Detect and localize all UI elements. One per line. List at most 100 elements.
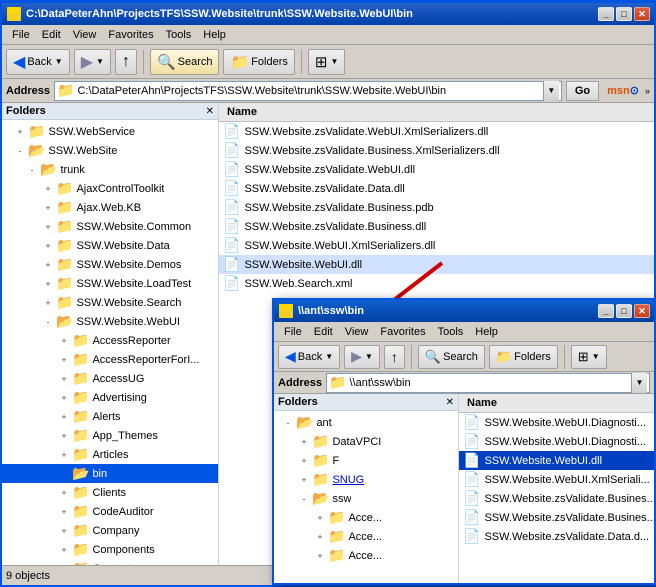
second-address-dropdown[interactable]: ▼: [631, 373, 647, 393]
back-button[interactable]: ◀ Back ▼: [6, 49, 70, 75]
second-back-button[interactable]: ◀ Back ▼: [278, 345, 340, 369]
second-forward-button[interactable]: ▶ ▼: [344, 345, 380, 369]
expand-icon[interactable]: -: [40, 314, 56, 330]
tree-item-clients[interactable]: + 📁 Clients: [2, 483, 218, 502]
expand-icon[interactable]: +: [56, 390, 72, 406]
menu-tools[interactable]: Tools: [160, 27, 198, 43]
second-tree-item-acce2[interactable]: + 📁 Acce...: [274, 527, 458, 546]
second-address-input[interactable]: [349, 377, 631, 389]
expand-icon[interactable]: +: [56, 333, 72, 349]
expand-icon[interactable]: -: [12, 143, 28, 159]
second-tree-item-f[interactable]: + 📁 F: [274, 451, 458, 470]
second-menu-favorites[interactable]: Favorites: [374, 324, 431, 340]
second-views-button[interactable]: ⊞ ▼: [571, 345, 607, 369]
file-item-9[interactable]: 📄 SSW.Web.Search.xml: [219, 274, 654, 293]
expand-icon[interactable]: +: [56, 409, 72, 425]
expand-icon[interactable]: +: [40, 295, 56, 311]
menu-edit[interactable]: Edit: [36, 27, 67, 43]
close-button[interactable]: ✕: [634, 7, 650, 21]
file-item-6[interactable]: 📄 SSW.Website.zsValidate.Business.dll: [219, 217, 654, 236]
tree-item-ajaxcontroltoolkit[interactable]: + 📁 AjaxControlToolkit: [2, 179, 218, 198]
tree-item-advertising[interactable]: + 📁 Advertising: [2, 388, 218, 407]
expand-icon[interactable]: +: [40, 181, 56, 197]
second-tree-item-datavpci[interactable]: + 📁 DataVPCI: [274, 432, 458, 451]
minimize-button[interactable]: _: [598, 7, 614, 21]
expand-icon[interactable]: +: [56, 523, 72, 539]
second-tree-item-snug[interactable]: + 📁 SNUG: [274, 470, 458, 489]
tree-item-components[interactable]: + 📁 Components: [2, 540, 218, 559]
maximize-button[interactable]: □: [616, 7, 632, 21]
second-file-item-6[interactable]: 📄 SSW.Website.zsValidate.Busines...: [459, 508, 654, 527]
tree-item-website-loadtest[interactable]: + 📁 SSW.Website.LoadTest: [2, 274, 218, 293]
tree-item-website-webui[interactable]: - 📂 SSW.Website.WebUI: [2, 312, 218, 331]
expand-icon[interactable]: -: [296, 491, 312, 507]
name-column-header[interactable]: Name: [223, 105, 261, 119]
up-button[interactable]: ↑: [115, 49, 137, 75]
expand-icon[interactable]: +: [296, 453, 312, 469]
tree-item-ssw-website[interactable]: - 📂 SSW.WebSite: [2, 141, 218, 160]
second-file-item-7[interactable]: 📄 SSW.Website.zsValidate.Data.d...: [459, 527, 654, 546]
file-item-3[interactable]: 📄 SSW.Website.zsValidate.WebUI.dll: [219, 160, 654, 179]
second-folder-tree[interactable]: - 📂 ant + 📁 DataVPCI + 📁 F: [274, 411, 458, 583]
expand-icon[interactable]: -: [280, 415, 296, 431]
expand-icon[interactable]: +: [56, 447, 72, 463]
file-item-5[interactable]: 📄 SSW.Website.zsValidate.Business.pdb: [219, 198, 654, 217]
second-search-button[interactable]: 🔍 Search: [418, 345, 485, 369]
second-menu-tools[interactable]: Tools: [432, 324, 470, 340]
expand-icon[interactable]: +: [56, 485, 72, 501]
tree-item-website-search[interactable]: + 📁 SSW.Website.Search: [2, 293, 218, 312]
second-file-item-5[interactable]: 📄 SSW.Website.zsValidate.Busines...: [459, 489, 654, 508]
expand-icon[interactable]: +: [312, 510, 328, 526]
tree-item-accessreporter2[interactable]: + 📁 AccessReporterForI...: [2, 350, 218, 369]
tree-item-website-demos[interactable]: + 📁 SSW.Website.Demos: [2, 255, 218, 274]
tree-item-accessreporter[interactable]: + 📁 AccessReporter: [2, 331, 218, 350]
expand-icon[interactable]: +: [56, 428, 72, 444]
second-file-item-3[interactable]: 📄 SSW.Website.WebUI.dll: [459, 451, 654, 470]
tree-item-trunk[interactable]: - 📂 trunk: [2, 160, 218, 179]
folder-tree[interactable]: + 📁 SSW.WebService - 📂 SSW.WebSite - 📂 t…: [2, 120, 218, 565]
tree-item-website-data[interactable]: + 📁 SSW.Website.Data: [2, 236, 218, 255]
file-item-1[interactable]: 📄 SSW.Website.zsValidate.WebUI.XmlSerial…: [219, 122, 654, 141]
second-maximize-button[interactable]: □: [616, 304, 632, 318]
tree-item-articles[interactable]: + 📁 Articles: [2, 445, 218, 464]
folders-panel-close-button[interactable]: ✕: [206, 106, 214, 117]
second-folders-button[interactable]: 📁 Folders: [489, 345, 558, 369]
expand-icon[interactable]: +: [56, 504, 72, 520]
second-file-item-2[interactable]: 📄 SSW.Website.WebUI.Diagnosti...: [459, 432, 654, 451]
second-minimize-button[interactable]: _: [598, 304, 614, 318]
tree-item-accessug[interactable]: + 📁 AccessUG: [2, 369, 218, 388]
expand-icon[interactable]: +: [312, 529, 328, 545]
go-button[interactable]: Go: [566, 81, 599, 101]
file-item-8[interactable]: 📄 SSW.Website.WebUI.dll: [219, 255, 654, 274]
second-menu-edit[interactable]: Edit: [308, 324, 339, 340]
expand-icon[interactable]: +: [296, 472, 312, 488]
address-dropdown-button[interactable]: ▼: [543, 81, 559, 101]
second-up-button[interactable]: ↑: [384, 345, 405, 369]
expand-icon[interactable]: +: [56, 371, 72, 387]
expand-icon[interactable]: +: [12, 124, 28, 140]
second-file-item-1[interactable]: 📄 SSW.Website.WebUI.Diagnosti...: [459, 413, 654, 432]
tree-item-app-themes[interactable]: + 📁 App_Themes: [2, 426, 218, 445]
expand-icon[interactable]: +: [296, 434, 312, 450]
views-button[interactable]: ⊞ ▼: [308, 49, 346, 75]
menu-favorites[interactable]: Favorites: [102, 27, 159, 43]
expand-icon[interactable]: +: [56, 542, 72, 558]
menu-help[interactable]: Help: [197, 27, 232, 43]
expand-icon[interactable]: +: [40, 200, 56, 216]
second-tree-item-ant[interactable]: - 📂 ant: [274, 413, 458, 432]
address-input[interactable]: [77, 85, 542, 97]
file-item-4[interactable]: 📄 SSW.Website.zsValidate.Data.dll: [219, 179, 654, 198]
expand-icon[interactable]: -: [24, 162, 40, 178]
second-folders-panel-close[interactable]: ✕: [446, 397, 454, 408]
folders-button[interactable]: 📁 Folders: [223, 49, 294, 75]
second-file-item-4[interactable]: 📄 SSW.Website.WebUI.XmlSeriali...: [459, 470, 654, 489]
second-menu-view[interactable]: View: [339, 324, 375, 340]
second-tree-item-acce1[interactable]: + 📁 Acce...: [274, 508, 458, 527]
address-input-wrapper[interactable]: 📁 ▼: [54, 81, 562, 101]
second-tree-item-acce3[interactable]: + 📁 Acce...: [274, 546, 458, 565]
second-address-input-wrapper[interactable]: 📁 ▼: [326, 373, 650, 393]
forward-button[interactable]: ▶ ▼: [74, 49, 111, 75]
menu-file[interactable]: File: [6, 27, 36, 43]
tree-item-ssw-webservice[interactable]: + 📁 SSW.WebService: [2, 122, 218, 141]
expand-icon[interactable]: +: [40, 257, 56, 273]
